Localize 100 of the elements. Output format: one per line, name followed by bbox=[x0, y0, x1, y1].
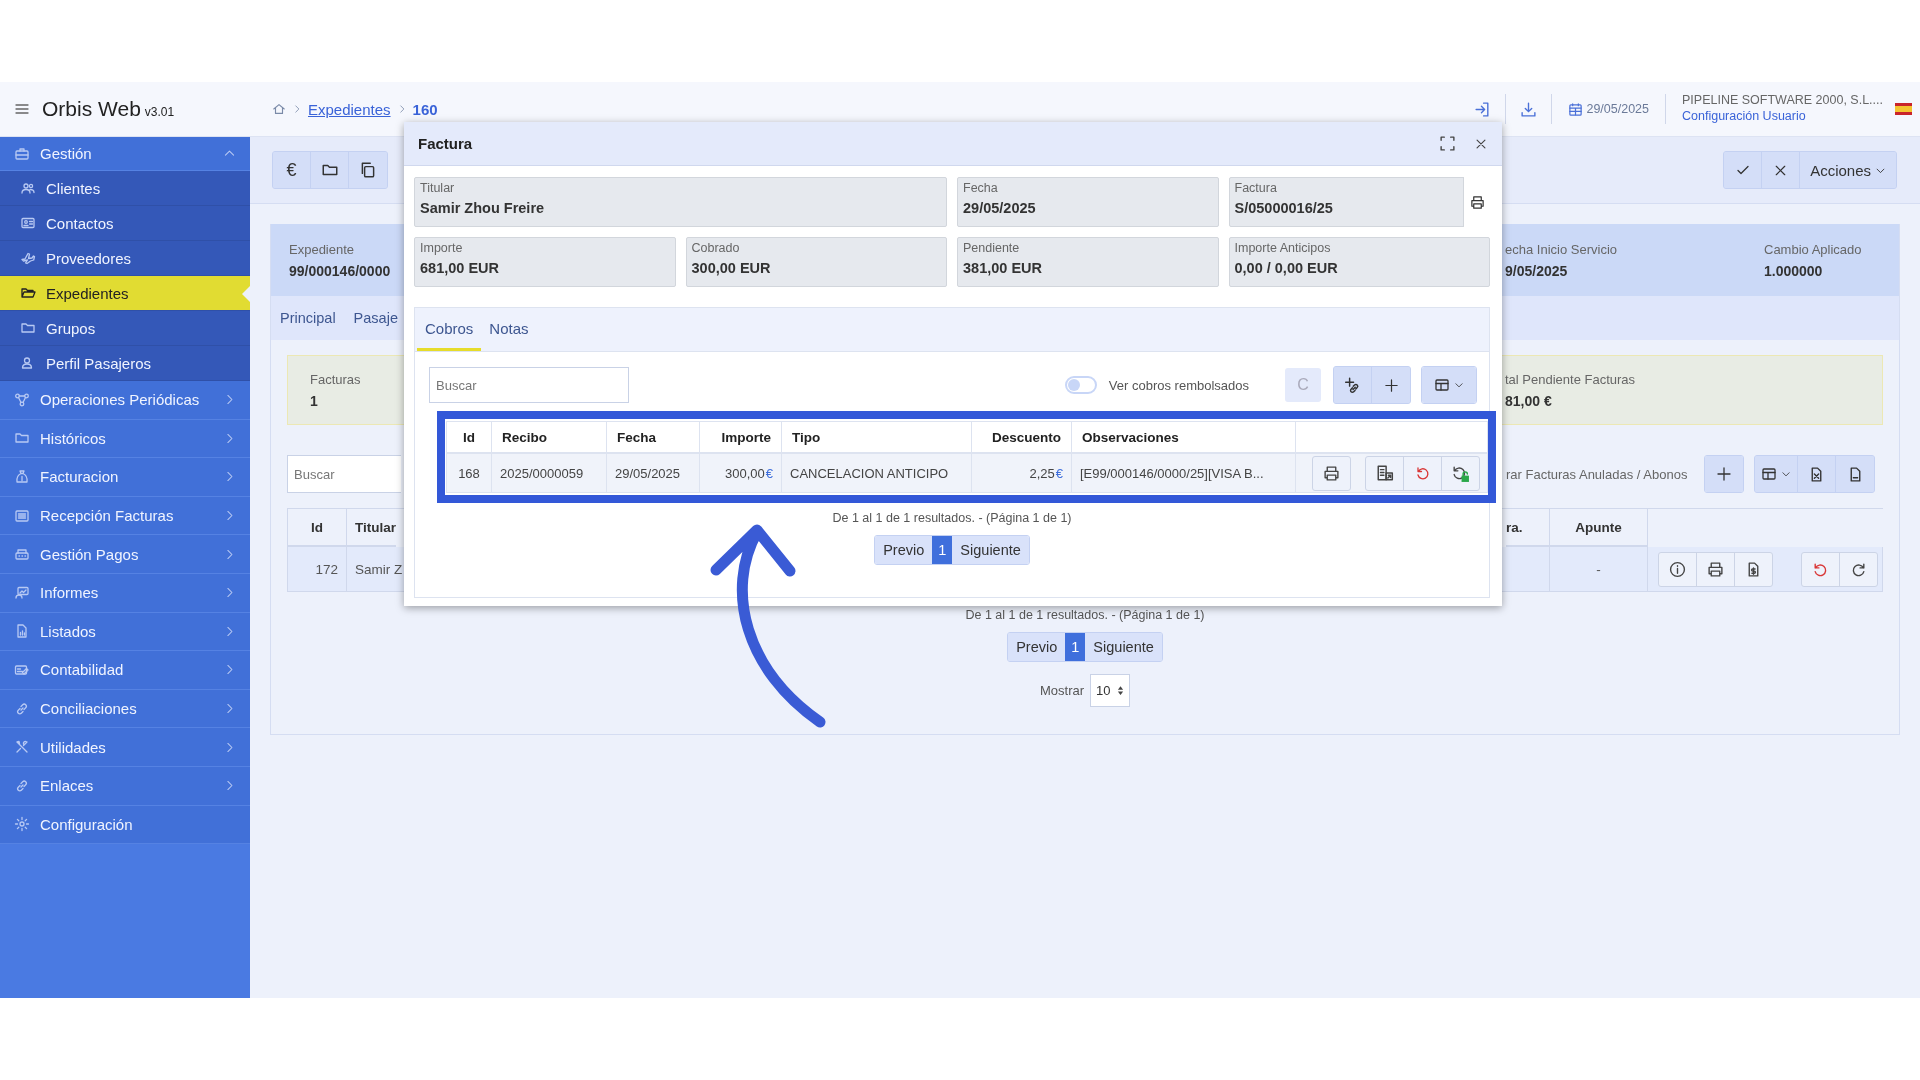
summary-value: 1 bbox=[310, 392, 318, 409]
money-bag-icon bbox=[14, 469, 30, 485]
login-icon bbox=[1474, 100, 1492, 118]
readonly-field: Importe Anticipos 0,00 / 0,00 EUR bbox=[1228, 237, 1490, 287]
print-icon bbox=[1323, 464, 1340, 482]
sidebar-item[interactable]: Gestión bbox=[0, 137, 250, 171]
expand-icon bbox=[1439, 135, 1456, 152]
home-icon bbox=[272, 102, 286, 116]
cash-register-icon bbox=[14, 546, 30, 563]
sidebar-item[interactable]: Conciliaciones bbox=[0, 689, 250, 729]
columns-button[interactable] bbox=[1755, 456, 1798, 492]
chevron-icon bbox=[1781, 469, 1791, 479]
sidebar-subitem[interactable]: Contactos bbox=[0, 206, 250, 241]
page-button[interactable]: 1 bbox=[932, 536, 953, 564]
next-button[interactable]: Siguiente bbox=[952, 536, 1029, 564]
undo-icon bbox=[1414, 465, 1431, 481]
table-cell: 29/05/2025 bbox=[607, 454, 700, 492]
sidebar-subitem[interactable]: Grupos bbox=[0, 311, 250, 346]
page-button[interactable]: 1 bbox=[1065, 633, 1086, 661]
sidebar-item[interactable]: Utilidades bbox=[0, 728, 250, 767]
dialog-title: Factura bbox=[418, 135, 474, 152]
tab[interactable]: Notas bbox=[481, 308, 537, 351]
page-size-select[interactable]: 10 bbox=[1090, 674, 1131, 707]
readonly-field: Cobrado 300,00 EUR bbox=[685, 237, 947, 287]
summary-label: Facturas bbox=[310, 371, 361, 387]
toggle-switch[interactable] bbox=[1064, 376, 1097, 394]
summary-label: tal Pendiente Facturas bbox=[1505, 371, 1636, 387]
link-add-button[interactable] bbox=[1334, 367, 1372, 403]
sidebar-item[interactable]: Recepción Facturas bbox=[0, 496, 250, 536]
sidebar-subitem[interactable]: Proveedores bbox=[0, 241, 250, 276]
readonly-field: Importe 681,00 EUR bbox=[414, 237, 676, 287]
chevron-icon bbox=[1454, 380, 1464, 390]
sort-arrows-icon bbox=[1117, 685, 1125, 696]
sidebar-item[interactable]: Listados bbox=[0, 612, 250, 652]
pagination-summary: De 1 al 1 de 1 resultados. - (Página 1 de 1) bbox=[965, 608, 1205, 622]
plane-icon bbox=[20, 250, 36, 266]
search-field[interactable]: Buscar bbox=[287, 455, 401, 493]
sidebar-item[interactable]: Informes bbox=[0, 573, 250, 613]
briefcase-icon bbox=[14, 145, 30, 162]
sidebar-subitem[interactable]: Perfil Pasajeros bbox=[0, 346, 250, 381]
field-value: 9/05/2025 bbox=[1505, 262, 1568, 279]
sidebar-item[interactable]: Gestión Pagos bbox=[0, 535, 250, 574]
home-link[interactable] bbox=[272, 102, 286, 116]
table-cell: 172 bbox=[288, 547, 347, 591]
user-settings-link[interactable]: Configuración Usuario bbox=[1682, 109, 1883, 125]
flag-icon[interactable] bbox=[1895, 103, 1912, 115]
field-value: 1.000000 bbox=[1764, 262, 1823, 279]
nodes-icon bbox=[14, 391, 30, 408]
readonly-field: Fecha 29/05/2025 bbox=[957, 177, 1219, 227]
link-icon bbox=[14, 700, 30, 717]
company-name: PIPELINE SOFTWARE 2000, S.L.... bbox=[1682, 93, 1883, 108]
add-button[interactable] bbox=[1705, 456, 1743, 492]
app-version: v3.01 bbox=[144, 105, 175, 119]
table-cell-text: Samir Z bbox=[354, 560, 403, 579]
summary-value: 81,00 € bbox=[1505, 392, 1552, 409]
current-date: 29/05/2025 bbox=[1586, 102, 1649, 116]
chevron-icon bbox=[292, 104, 302, 114]
currency-button[interactable]: € bbox=[273, 152, 311, 188]
table-icon bbox=[1761, 466, 1777, 482]
download-icon bbox=[1520, 100, 1538, 118]
sidebar-item[interactable]: Contabilidad bbox=[0, 651, 250, 690]
menu-icon bbox=[14, 101, 30, 117]
plus-icon bbox=[1383, 377, 1399, 393]
users-icon bbox=[20, 180, 36, 196]
id-card-icon bbox=[20, 215, 36, 231]
sidebar-subitem[interactable]: Clientes bbox=[0, 171, 250, 206]
sidebar-item[interactable]: Facturacion bbox=[0, 458, 250, 497]
table-cell: CANCELACION ANTICIPO bbox=[782, 454, 972, 492]
table-cell: [E99/000146/0000/25][VISA B... bbox=[1072, 454, 1296, 492]
link-icon bbox=[14, 777, 30, 794]
columns-button[interactable] bbox=[1422, 367, 1476, 403]
readonly-field: Factura S/05000016/25 bbox=[1228, 177, 1490, 227]
previous-button[interactable]: Previo bbox=[875, 536, 933, 564]
folder-icon bbox=[20, 320, 36, 336]
table-cell: 2025/0000059 bbox=[492, 454, 607, 492]
sidebar-item[interactable]: Operaciones Periódicas bbox=[0, 381, 250, 420]
breadcrumb-link[interactable]: Expedientes bbox=[308, 100, 391, 118]
sidebar-item[interactable]: Históricos bbox=[0, 419, 250, 459]
search-field[interactable]: Buscar bbox=[429, 367, 629, 403]
field-label: Cambio Aplicado bbox=[1764, 241, 1862, 257]
sidebar-item[interactable]: Enlaces bbox=[0, 766, 250, 806]
calendar-icon bbox=[1568, 101, 1584, 117]
readonly-field: Pendiente 381,00 EUR bbox=[957, 237, 1219, 287]
receipt-icon bbox=[1375, 464, 1394, 482]
maximize-button[interactable] bbox=[1439, 135, 1456, 152]
tab[interactable]: Cobros bbox=[417, 308, 482, 351]
tab[interactable]: Pasaje bbox=[353, 310, 398, 326]
filter-label: rar Facturas Anuladas / Abonos bbox=[1506, 466, 1689, 482]
table-cell: 168 bbox=[447, 454, 492, 492]
chart-icon bbox=[14, 584, 30, 601]
info-icon bbox=[1669, 560, 1686, 578]
pagination-summary: De 1 al 1 de 1 resultados. - (Página 1 de 1) bbox=[832, 511, 1072, 525]
next-button[interactable]: Siguiente bbox=[1085, 633, 1162, 661]
tab[interactable]: Principal bbox=[280, 310, 336, 326]
copy-icon bbox=[359, 161, 377, 179]
previous-button[interactable]: Previo bbox=[1008, 633, 1066, 661]
menu-button[interactable] bbox=[14, 101, 30, 117]
sidebar-subitem[interactable]: Expedientes bbox=[0, 276, 250, 311]
sidebar-item[interactable]: Configuración bbox=[0, 805, 250, 845]
print-icon bbox=[1707, 560, 1724, 578]
